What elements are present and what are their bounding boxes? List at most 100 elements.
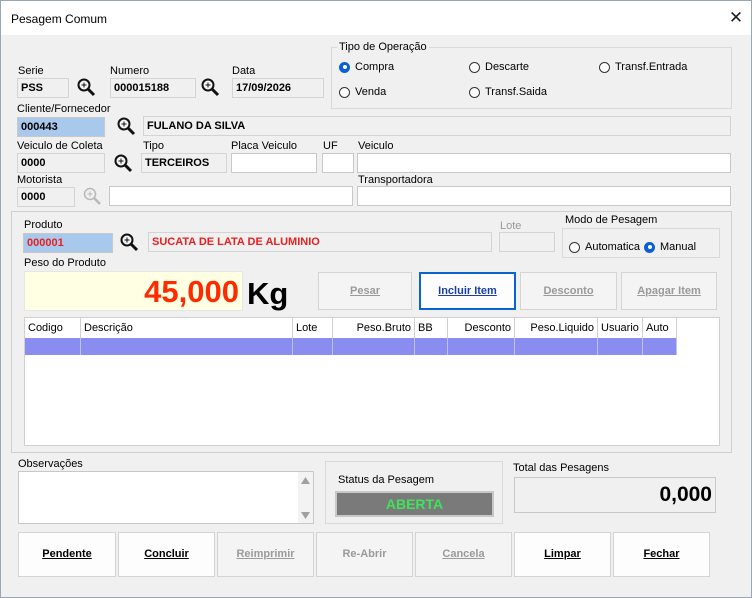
scroll-down-icon[interactable] (301, 512, 310, 519)
data-field[interactable]: 17/09/2026 (232, 78, 324, 98)
pendente-button[interactable]: Pendente (18, 532, 116, 577)
cancela-button[interactable]: Cancela (415, 532, 512, 577)
table-row-cell[interactable] (448, 338, 515, 355)
radio-automatica[interactable]: Automatica (569, 241, 640, 253)
radio-dot (599, 61, 610, 73)
uf-label: UF (323, 140, 338, 152)
table-row-cell[interactable] (333, 338, 415, 355)
radio-dot (339, 86, 350, 98)
placa-label: Placa Veiculo (231, 140, 298, 152)
placa-field[interactable] (231, 153, 317, 173)
produto-search-icon[interactable] (118, 231, 140, 253)
title-bar: Pesagem Comum ✕ (1, 1, 751, 35)
veiculo-coleta-field[interactable]: 0000 (17, 153, 105, 173)
concluir-button[interactable]: Concluir (118, 532, 215, 577)
col-desconto[interactable]: Desconto (448, 318, 515, 338)
incluir-item-button[interactable]: Incluir Item (419, 272, 516, 310)
fechar-button[interactable]: Fechar (613, 532, 710, 577)
col-bb[interactable]: BB (415, 318, 448, 338)
peso-label: Peso do Produto (24, 257, 106, 269)
produto-code-field[interactable]: 000001 (23, 233, 113, 253)
col-auto[interactable]: Auto (643, 318, 677, 338)
radio-label: Transf.Saida (485, 86, 547, 98)
tipo-field: TERCEIROS (141, 153, 227, 173)
lote-field (499, 232, 555, 252)
table-row-cell[interactable] (293, 338, 333, 355)
cliente-label: Cliente/Fornecedor (17, 103, 111, 115)
numero-search-icon[interactable] (199, 76, 221, 98)
transportadora-field[interactable] (357, 186, 731, 206)
tipo-label: Tipo (143, 140, 164, 152)
radio-dot (339, 61, 350, 73)
veiculo-field[interactable] (357, 153, 731, 173)
peso-display: 45,000 (24, 271, 243, 311)
col-descricao[interactable]: Descrição (81, 318, 293, 338)
transportadora-label: Transportadora (358, 174, 433, 186)
radio-label: Automatica (585, 241, 641, 253)
limpar-button[interactable]: Limpar (514, 532, 611, 577)
col-lote[interactable]: Lote (293, 318, 333, 338)
col-usuario[interactable]: Usuario (598, 318, 643, 338)
apagar-item-button[interactable]: Apagar Item (621, 272, 717, 310)
cliente-code-field[interactable]: 000443 (17, 117, 105, 137)
status-badge: ABERTA (335, 491, 494, 517)
cliente-name-field: FULANO DA SILVA (143, 116, 731, 136)
peso-value: 45,000 (144, 274, 239, 309)
operacao-group (331, 47, 732, 109)
col-peso-bruto[interactable]: Peso.Bruto (333, 318, 415, 338)
radio-transf-saida[interactable]: Transf.Saida (469, 86, 547, 98)
table-row-cell[interactable] (415, 338, 448, 355)
table-row-cell[interactable] (643, 338, 677, 355)
veiculo-label: Veiculo (358, 140, 394, 152)
radio-compra[interactable]: Compra (339, 61, 394, 73)
veiculo-coleta-label: Veiculo de Coleta (17, 140, 103, 152)
observacoes-textarea[interactable] (18, 471, 314, 524)
produto-label: Produto (24, 219, 63, 231)
radio-label: Manual (660, 241, 697, 253)
window-title: Pesagem Comum (11, 12, 108, 26)
numero-field[interactable]: 000015188 (110, 78, 196, 98)
col-codigo[interactable]: Codigo (25, 318, 81, 338)
radio-label: Compra (355, 61, 395, 73)
col-peso-liquido[interactable]: Peso.Liquido (515, 318, 598, 338)
lote-label: Lote (500, 220, 522, 232)
total-value: 0,000 (514, 477, 716, 513)
pesar-button[interactable]: Pesar (318, 272, 412, 310)
desconto-button[interactable]: Desconto (520, 272, 617, 310)
radio-descarte[interactable]: Descarte (469, 61, 529, 73)
items-grid[interactable]: Codigo Descrição Lote Peso.Bruto BB Desc… (24, 317, 720, 446)
motorista-search-icon (83, 187, 101, 205)
motorista-name-field[interactable] (109, 186, 353, 206)
radio-dot (644, 241, 655, 253)
total-label: Total das Pesagens (513, 462, 610, 474)
radio-transf-entrada[interactable]: Transf.Entrada (599, 61, 687, 73)
serie-label: Serie (18, 65, 44, 77)
scroll-up-icon[interactable] (301, 477, 310, 484)
radio-label: Transf.Entrada (615, 61, 688, 73)
serie-field[interactable]: PSS (17, 78, 69, 98)
modo-title: Modo de Pesagem (563, 214, 660, 226)
close-icon[interactable]: ✕ (723, 5, 749, 31)
operacao-title: Tipo de Operação (337, 41, 429, 53)
radio-manual[interactable]: Manual (644, 241, 696, 253)
table-row-cell[interactable] (598, 338, 643, 355)
data-label: Data (232, 65, 256, 77)
veiculo-search-icon[interactable] (112, 152, 134, 174)
produto-name-field: SUCATA DE LATA DE ALUMINIO (148, 232, 492, 252)
table-row-cell[interactable] (515, 338, 598, 355)
table-row-cell[interactable] (81, 338, 293, 355)
peso-unit: Kg (247, 276, 289, 311)
reimprimir-button[interactable]: Reimprimir (217, 532, 314, 577)
radio-dot (469, 86, 480, 98)
motorista-code-field[interactable]: 0000 (17, 187, 75, 207)
uf-field[interactable] (322, 153, 354, 173)
radio-dot (469, 61, 480, 73)
reabrir-button[interactable]: Re-Abrir (316, 532, 413, 577)
table-row-cell[interactable] (25, 338, 81, 355)
cliente-search-icon[interactable] (115, 115, 137, 137)
motorista-label: Motorista (17, 174, 63, 186)
radio-venda[interactable]: Venda (339, 86, 386, 98)
serie-search-icon[interactable] (75, 76, 97, 98)
observacoes-scrollbar[interactable] (298, 472, 313, 523)
radio-label: Descarte (485, 61, 530, 73)
